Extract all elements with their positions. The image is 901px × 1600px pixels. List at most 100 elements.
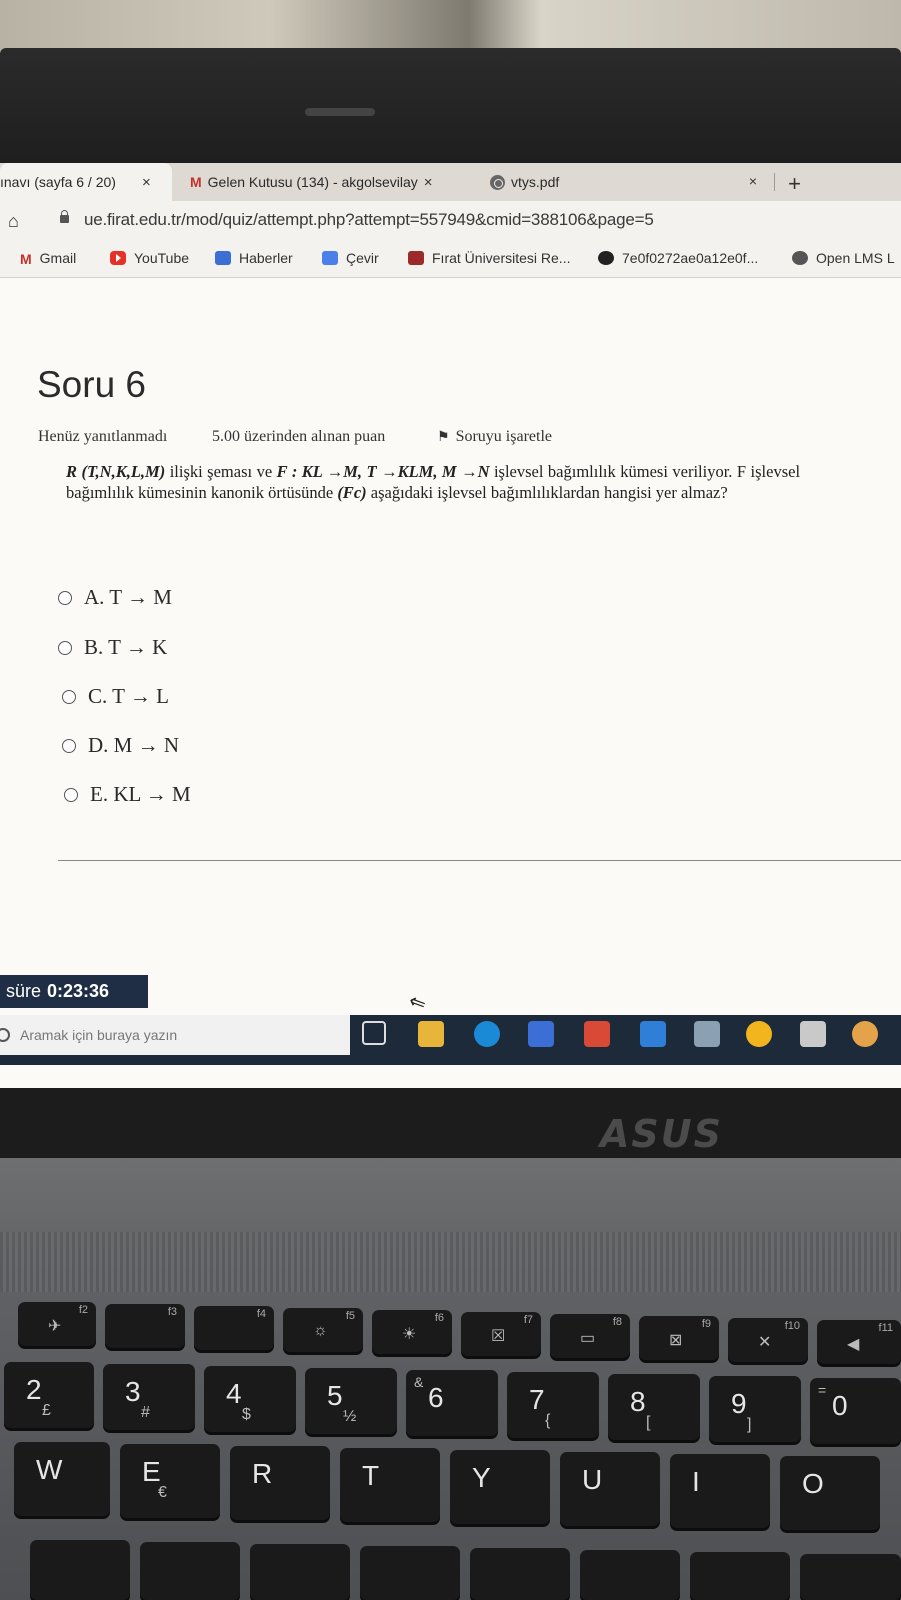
answer-option-c[interactable]: C. T → L [62,684,169,709]
key-o[interactable]: O [780,1456,880,1530]
question-divider [58,860,901,861]
key-partial[interactable] [360,1546,460,1600]
key-0[interactable]: 0 = [810,1378,901,1444]
chrome-icon[interactable] [746,1021,772,1047]
key-partial[interactable] [800,1554,901,1600]
bookmark-github[interactable]: 7e0f0272ae0a12e0f... [598,250,758,266]
key-partial[interactable] [140,1542,240,1600]
answer-option-b[interactable]: B. T → K [58,635,167,660]
radio-button[interactable] [62,689,76,704]
key-label: 2 [26,1374,42,1405]
bookmark-label: 7e0f0272ae0a12e0f... [622,250,759,266]
key-r[interactable]: R [230,1446,330,1520]
new-tab-button[interactable]: + [788,171,801,197]
tab-pdf[interactable]: vtys.pdf [490,163,610,201]
key-9[interactable]: 9] [709,1376,801,1442]
file-explorer-icon[interactable] [418,1021,444,1047]
key-t[interactable]: T [340,1448,440,1522]
key-f11[interactable]: f11 ◀ [817,1320,901,1364]
key-f8[interactable]: f8 ▭ [550,1314,630,1358]
key-w[interactable]: W [14,1442,110,1516]
key-f10[interactable]: f10 ✕ [728,1318,808,1362]
key-f9[interactable]: f9 ⊠ [639,1316,719,1360]
key-partial[interactable] [30,1540,130,1600]
answer-option-e[interactable]: E. KL → M [64,782,191,807]
key-4[interactable]: 4 $ [204,1366,296,1432]
key-label: T [362,1460,380,1491]
key-y[interactable]: Y [450,1450,550,1524]
key-i[interactable]: I [670,1454,770,1528]
bookmark-firat[interactable]: Fırat Üniversitesi Re... [408,250,570,266]
close-icon[interactable]: × [749,173,757,189]
key-3[interactable]: 3 # [103,1364,195,1430]
key-partial[interactable] [250,1544,350,1600]
bookmark-label: Fırat Üniversitesi Re... [432,250,571,266]
close-icon[interactable]: × [142,174,151,191]
option-label: D. M → N [88,733,180,757]
key-partial[interactable] [470,1548,570,1600]
taskbar-search[interactable]: Aramak için buraya yazın [0,1015,350,1055]
display-switch-icon: ▭ [580,1330,596,1347]
bookmark-haberler[interactable]: Haberler [215,250,293,266]
volume-down-icon: ◀ [847,1336,860,1353]
url-field[interactable]: ue.firat.edu.tr/mod/quiz/attempt.php?att… [84,210,654,230]
key-label: Y [472,1462,491,1493]
dependency-set: F : KL →M, T →KLM, M →N [276,462,490,481]
radio-button[interactable] [58,640,72,655]
task-view-icon[interactable] [362,1021,386,1045]
timer-value: 0:23:36 [47,981,110,1001]
key-label: f5 [345,1310,355,1322]
key-u[interactable]: U [560,1452,660,1526]
key-f3[interactable]: f3 [105,1304,185,1348]
home-icon[interactable]: ⌂ [8,211,19,232]
key-label: 3 [125,1376,141,1407]
app-icon[interactable] [800,1021,826,1047]
key-f6[interactable]: f6 ☀ [372,1310,452,1354]
key-f5[interactable]: f5 ☼ [283,1308,363,1352]
laptop-top-bezel [0,48,901,166]
key-label: f2 [78,1304,88,1316]
app-icon[interactable] [852,1021,878,1047]
key-sublabel: £ [42,1402,51,1419]
key-sublabel: [ [646,1414,651,1431]
answer-option-d[interactable]: D. M → N [62,733,179,758]
key-5[interactable]: 5½ [305,1368,397,1434]
app-icon[interactable] [694,1021,720,1047]
gift-icon[interactable] [584,1021,610,1047]
tab-gmail[interactable]: M Gelen Kutusu (134) - akgolsevilay × [190,163,470,201]
key-f7[interactable]: f7 ☒ [461,1312,541,1356]
news-icon [215,251,231,265]
flag-question-button[interactable]: ⚑ Soruyu işaretle [437,428,552,446]
key-2[interactable]: 2 £ [4,1362,94,1428]
key-7[interactable]: 7{ [507,1372,599,1438]
key-f4[interactable]: f4 [194,1306,274,1350]
radio-button[interactable] [64,787,78,802]
bookmark-openlms[interactable]: Open LMS L [792,250,895,266]
radio-button[interactable] [62,738,76,753]
key-8[interactable]: 8[ [608,1374,700,1440]
close-icon[interactable]: × [424,174,433,191]
edge-icon[interactable] [474,1021,500,1047]
key-e[interactable]: E € [120,1444,220,1518]
key-f2[interactable]: f2 ✈ [18,1302,96,1346]
key-label: 5 [327,1380,343,1411]
answer-option-a[interactable]: A. T → M [58,585,172,610]
key-partial[interactable] [690,1552,790,1600]
key-6[interactable]: 6 & [406,1370,498,1436]
radio-button[interactable] [58,590,72,605]
key-label: f6 [434,1312,444,1324]
store-icon[interactable] [528,1021,554,1047]
key-label: f7 [523,1314,533,1326]
key-partial[interactable] [580,1550,680,1600]
lock-icon[interactable] [60,210,69,223]
quiz-page: Soru 6 Henüz yanıtlanmadı 5.00 üzerinden… [0,278,901,1088]
bookmark-gmail[interactable]: M Gmail [20,250,76,267]
question-text-part: ilişki şeması ve [169,462,273,481]
bookmark-cevir[interactable]: Çevir [322,250,379,266]
key-sublabel: = [818,1382,827,1398]
mail-icon[interactable] [640,1021,666,1047]
tab-quiz[interactable]: ınavı (sayfa 6 / 20) × [0,163,172,201]
bookmark-youtube[interactable]: YouTube [110,250,189,266]
key-sublabel: € [158,1484,167,1501]
option-label: A. T → M [84,585,172,609]
